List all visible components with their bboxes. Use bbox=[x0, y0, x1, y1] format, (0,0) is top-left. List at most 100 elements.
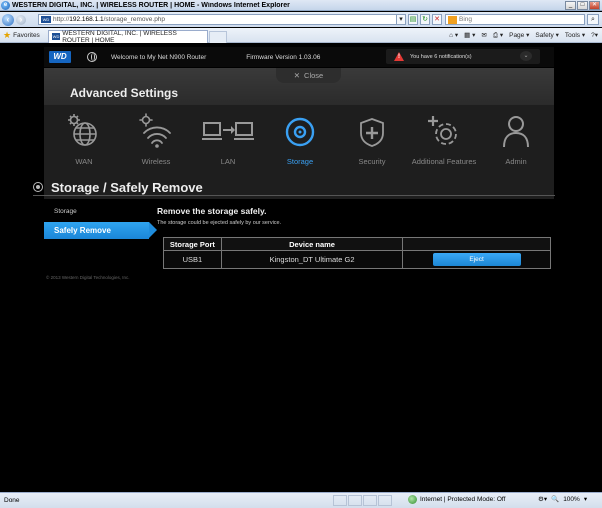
warning-icon: ! bbox=[394, 52, 404, 61]
content-title: Remove the storage safely. bbox=[157, 206, 267, 216]
gear-globe-icon bbox=[68, 114, 97, 146]
storage-disc-icon bbox=[285, 117, 315, 147]
sidebar-item-storage[interactable]: Storage bbox=[44, 203, 149, 220]
address-bar[interactable]: WD http://192.168.1.1/storage_remove.php bbox=[38, 14, 406, 25]
nav-item-lan[interactable]: LAN bbox=[188, 111, 268, 166]
close-icon: ✕ bbox=[293, 71, 301, 80]
nav-label-lan: LAN bbox=[220, 157, 236, 166]
eject-button[interactable]: Eject bbox=[432, 253, 521, 266]
bing-logo-icon bbox=[448, 15, 457, 24]
column-header-storage-port: Storage Port bbox=[163, 237, 222, 251]
status-panes bbox=[333, 495, 392, 506]
refresh-button[interactable]: ↻ bbox=[420, 14, 430, 25]
welcome-text: Welcome to My Net N900 Router bbox=[111, 53, 207, 61]
zone-text: Internet | Protected Mode: Off bbox=[420, 496, 506, 503]
protected-mode-icon[interactable]: ⚙▾ bbox=[538, 495, 547, 503]
mail-icon[interactable]: ✉ bbox=[481, 31, 486, 39]
address-row: ‹ › WD http://192.168.1.1/storage_remove… bbox=[0, 12, 602, 27]
cell-device-name: Kingston_DT Ultimate G2 bbox=[220, 250, 404, 269]
tab-favicon-icon: WD bbox=[51, 33, 61, 40]
status-bar: Done Internet | Protected Mode: Off ⚙▾ 🔍… bbox=[0, 492, 602, 508]
tools-menu[interactable]: Tools ▾ bbox=[565, 31, 585, 39]
user-icon bbox=[503, 116, 529, 148]
divider bbox=[33, 195, 555, 196]
nav-item-wan[interactable]: WAN bbox=[44, 111, 124, 166]
minimize-button[interactable]: _ bbox=[565, 0, 576, 10]
favorites-bar: ★ Favorites WD WESTERN DIGITAL, INC. | W… bbox=[0, 28, 602, 44]
panel-title: Advanced Settings bbox=[70, 86, 179, 100]
shield-plus-icon bbox=[360, 118, 384, 147]
help-icon[interactable]: ?▾ bbox=[591, 31, 598, 39]
nav-item-wireless[interactable]: Wireless bbox=[116, 111, 196, 166]
close-button[interactable]: ✕ Close bbox=[276, 68, 341, 83]
url-text: http://192.168.1.1/storage_remove.php bbox=[53, 16, 166, 23]
lan-computers-icon bbox=[202, 122, 254, 140]
ie-logo-icon: e bbox=[1, 0, 10, 10]
page-menu[interactable]: Page ▾ bbox=[509, 31, 529, 39]
internet-zone-icon bbox=[408, 495, 417, 504]
table-header-row: Storage Port Device name bbox=[163, 237, 551, 251]
nav-label-security: Security bbox=[358, 157, 386, 166]
nav-label-wan: WAN bbox=[75, 157, 93, 166]
status-text: Done bbox=[4, 497, 20, 504]
security-zone[interactable]: Internet | Protected Mode: Off bbox=[408, 495, 505, 504]
browser-tab[interactable]: WD WESTERN DIGITAL, INC. | WIRELESS ROUT… bbox=[47, 29, 208, 44]
nav-item-admin[interactable]: Admin bbox=[476, 111, 556, 166]
target-icon bbox=[33, 182, 43, 192]
zoom-control[interactable]: ⚙▾ 🔍 100% ▾ bbox=[538, 495, 587, 504]
safely-remove-content: Remove the storage safely. The storage c… bbox=[157, 206, 557, 269]
address-dropdown-button[interactable]: ▾ bbox=[396, 14, 406, 25]
cell-action: Eject bbox=[402, 250, 551, 269]
search-button[interactable]: ⌕ bbox=[587, 14, 599, 25]
close-window-button[interactable]: ✕ bbox=[589, 0, 600, 10]
nav-label-admin: Admin bbox=[505, 157, 527, 166]
cell-storage-port: USB1 bbox=[163, 250, 222, 269]
home-icon[interactable]: ⌂ ▾ bbox=[449, 31, 458, 39]
favorites-star-icon[interactable]: ★ bbox=[3, 30, 11, 41]
column-header-device-name: Device name bbox=[220, 237, 404, 251]
column-header-action bbox=[402, 237, 551, 251]
gear-wifi-icon bbox=[139, 113, 171, 148]
table-row: USB1 Kingston_DT Ultimate G2 Eject bbox=[163, 250, 551, 269]
firmware-version: Firmware Version 1.03.06 bbox=[246, 53, 321, 61]
section-header: Storage / Safely Remove bbox=[33, 177, 555, 197]
safety-menu[interactable]: Safety ▾ bbox=[535, 31, 559, 39]
stop-button[interactable]: ✕ bbox=[432, 14, 442, 25]
content-description: The storage could be ejected safely by o… bbox=[157, 220, 282, 226]
wd-favicon-icon: WD bbox=[41, 16, 51, 23]
maximize-button[interactable]: □ bbox=[577, 0, 588, 10]
print-icon[interactable]: ⎙ ▾ bbox=[493, 31, 503, 40]
notification-banner[interactable]: ! You have 6 notification(s) ⌄ bbox=[386, 49, 540, 64]
router-header: WD Welcome to My Net N900 Router Firmwar… bbox=[44, 47, 554, 67]
storage-port-table: Storage Port Device name USB1 Kingston_D… bbox=[163, 237, 551, 269]
window-title-bar: e WESTERN DIGITAL, INC. | WIRELESS ROUTE… bbox=[0, 0, 602, 11]
section-title: Storage / Safely Remove bbox=[51, 179, 203, 195]
nav-label-additional-features: Additional Features bbox=[411, 157, 477, 166]
compatibility-view-icon[interactable]: ▤ bbox=[408, 14, 418, 25]
gear-plus-icon bbox=[428, 116, 457, 145]
favorites-button[interactable]: Favorites bbox=[13, 32, 40, 39]
zoom-level: 100% bbox=[563, 495, 580, 503]
back-button[interactable]: ‹ bbox=[2, 13, 14, 26]
tab-label: WESTERN DIGITAL, INC. | WIRELESS ROUTER … bbox=[62, 29, 177, 44]
chevron-down-icon[interactable]: ⌄ bbox=[520, 51, 532, 61]
nav-item-storage[interactable]: Storage bbox=[260, 111, 340, 166]
storage-sidebar: Storage Safely Remove bbox=[44, 203, 157, 239]
copyright-text: © 2013 Western Digital Technologies, Inc… bbox=[46, 275, 130, 280]
nav-label-wireless: Wireless bbox=[141, 157, 171, 166]
notification-text: You have 6 notification(s) bbox=[410, 53, 472, 60]
forward-button[interactable]: › bbox=[16, 14, 26, 25]
nav-item-security[interactable]: Security bbox=[332, 111, 412, 166]
search-input[interactable]: Bing bbox=[445, 14, 585, 25]
router-page: WD Welcome to My Net N900 Router Firmwar… bbox=[0, 43, 602, 492]
globe-icon[interactable] bbox=[87, 52, 97, 62]
zoom-dropdown-icon[interactable]: ▾ bbox=[584, 495, 587, 503]
wd-logo: WD bbox=[49, 51, 71, 63]
nav-item-additional-features[interactable]: Additional Features bbox=[404, 111, 484, 166]
nav-label-storage: Storage bbox=[286, 157, 314, 166]
feeds-icon[interactable]: ▦ ▾ bbox=[464, 31, 475, 39]
sidebar-item-safely-remove[interactable]: Safely Remove bbox=[44, 222, 157, 239]
new-tab-button[interactable] bbox=[208, 30, 227, 43]
zoom-icon: 🔍 bbox=[551, 496, 560, 503]
window-title: WESTERN DIGITAL, INC. | WIRELESS ROUTER … bbox=[12, 1, 290, 9]
